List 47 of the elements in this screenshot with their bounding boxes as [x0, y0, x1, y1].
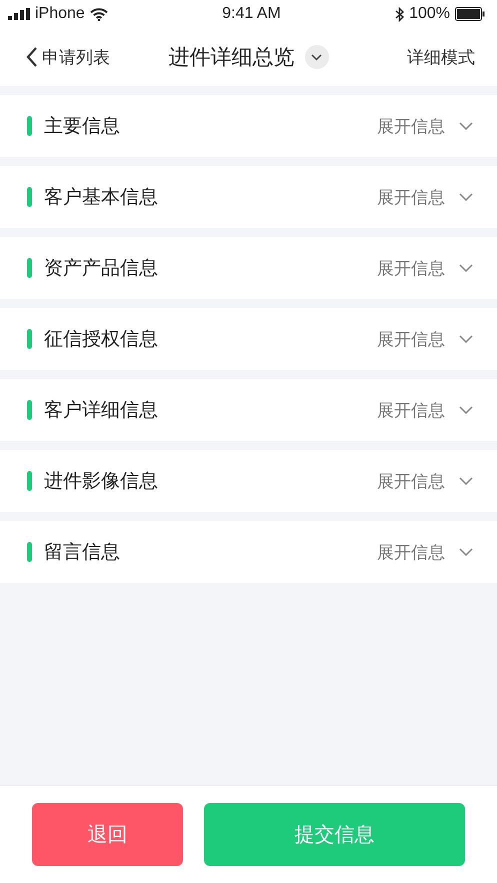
section-title: 客户详细信息: [44, 398, 159, 423]
section-title: 征信授权信息: [44, 327, 159, 352]
section-header[interactable]: 留言信息 展开信息: [0, 521, 497, 583]
chevron-down-icon: [459, 548, 473, 556]
chevron-down-icon: [459, 122, 473, 130]
carrier-name: iPhone: [35, 5, 85, 23]
expand-toggle[interactable]: 展开信息: [377, 256, 473, 280]
section-title: 留言信息: [44, 540, 121, 565]
expand-toggle[interactable]: 展开信息: [377, 540, 473, 564]
section-header[interactable]: 进件影像信息 展开信息: [0, 450, 497, 512]
accent-bar: [27, 542, 32, 562]
section-title: 进件影像信息: [44, 469, 159, 494]
expand-toggle[interactable]: 展开信息: [377, 186, 473, 208]
chevron-down-icon: [459, 406, 473, 414]
section-title: 资产产品信息: [44, 256, 159, 281]
accent-bar: [27, 400, 32, 420]
accent-bar: [27, 329, 32, 349]
detail-mode-link[interactable]: 详细模式: [407, 46, 475, 68]
chevron-down-icon: [459, 335, 473, 343]
section-header[interactable]: 征信授权信息 展开信息: [0, 308, 497, 370]
dropdown-icon[interactable]: [304, 45, 328, 69]
back-button[interactable]: 申请列表: [26, 46, 110, 68]
section-header[interactable]: 客户基本信息 展开信息: [0, 166, 497, 228]
accent-bar: [27, 116, 32, 136]
signal-icon: [8, 8, 30, 20]
battery-icon: [454, 7, 485, 21]
accent-bar: [27, 471, 32, 491]
section-header[interactable]: 资产产品信息 展开信息: [0, 237, 497, 299]
clock-time: 9:41 AM: [222, 5, 281, 23]
section-header[interactable]: 客户详细信息 展开信息: [0, 379, 497, 441]
section-header[interactable]: 主要信息 展开信息: [0, 95, 497, 157]
back-chevron-icon: [26, 46, 38, 68]
wifi-icon: [90, 8, 108, 20]
chevron-down-icon: [459, 264, 473, 272]
expand-toggle[interactable]: 展开信息: [377, 114, 473, 138]
chevron-down-icon: [459, 193, 473, 201]
battery-percent: 100%: [409, 5, 450, 23]
section-title: 客户基本信息: [44, 185, 159, 210]
accent-bar: [27, 258, 32, 278]
section-title: 主要信息: [44, 114, 121, 139]
expand-toggle[interactable]: 展开信息: [377, 398, 473, 422]
accent-bar: [27, 187, 32, 207]
page-title: 进件详细总览: [168, 44, 294, 71]
chevron-down-icon: [459, 477, 473, 485]
bluetooth-icon: [395, 6, 404, 22]
expand-toggle[interactable]: 展开信息: [377, 470, 473, 492]
expand-toggle[interactable]: 展开信息: [377, 328, 473, 350]
